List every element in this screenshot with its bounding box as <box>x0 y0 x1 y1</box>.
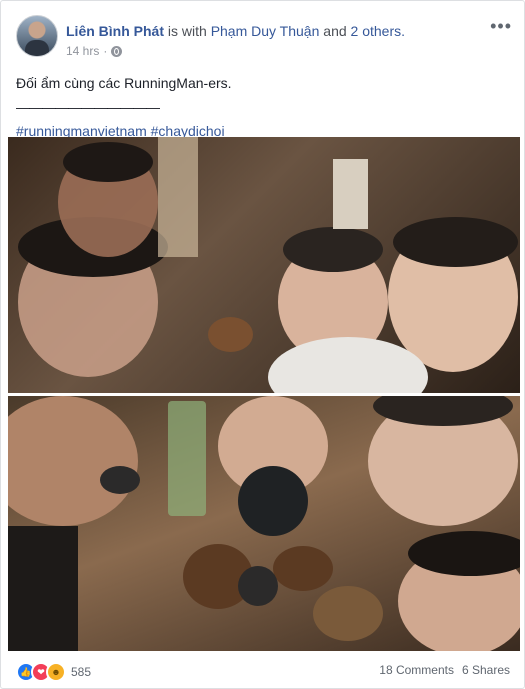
post-timestamp[interactable]: 14 hrs <box>66 44 99 58</box>
reactions-summary[interactable]: 👍 ❤ ☻ 585 <box>16 662 91 682</box>
post-footer: 👍 ❤ ☻ 585 18 Comments 6 Shares <box>16 661 510 682</box>
shares-count-link[interactable]: 6 Shares <box>462 663 510 677</box>
post-photo-1[interactable] <box>8 137 520 393</box>
post-byline: Liên Bình Phát is with Phạm Duy Thuận an… <box>66 22 405 40</box>
tagged-person-link[interactable]: Phạm Duy Thuận <box>211 23 320 39</box>
post-card: Liên Bình Phát is with Phạm Duy Thuận an… <box>0 0 525 689</box>
post-text-divider: ——————————— <box>16 99 160 115</box>
comments-count-link[interactable]: 18 Comments <box>379 663 454 677</box>
haha-icon: ☻ <box>46 662 66 682</box>
reaction-count[interactable]: 585 <box>71 665 91 679</box>
post-text-line: Đối ẩm cùng các RunningMan-ers. <box>16 75 232 91</box>
author-name-link[interactable]: Liên Bình Phát <box>66 23 164 39</box>
engagement-stats: 18 Comments 6 Shares <box>379 663 510 677</box>
globe-icon[interactable] <box>111 45 123 57</box>
with-text: is with <box>167 23 207 39</box>
others-link[interactable]: 2 others. <box>351 23 405 39</box>
more-options-icon[interactable]: ••• <box>490 17 512 35</box>
post-meta: 14 hrs · <box>66 44 123 58</box>
author-avatar[interactable] <box>16 15 58 57</box>
post-photo-2[interactable] <box>8 396 520 651</box>
post-text: Đối ẩm cùng các RunningMan-ers. ————————… <box>16 73 232 145</box>
and-text: and <box>323 23 347 39</box>
post-header: Liên Bình Phát is with Phạm Duy Thuận an… <box>16 15 512 61</box>
